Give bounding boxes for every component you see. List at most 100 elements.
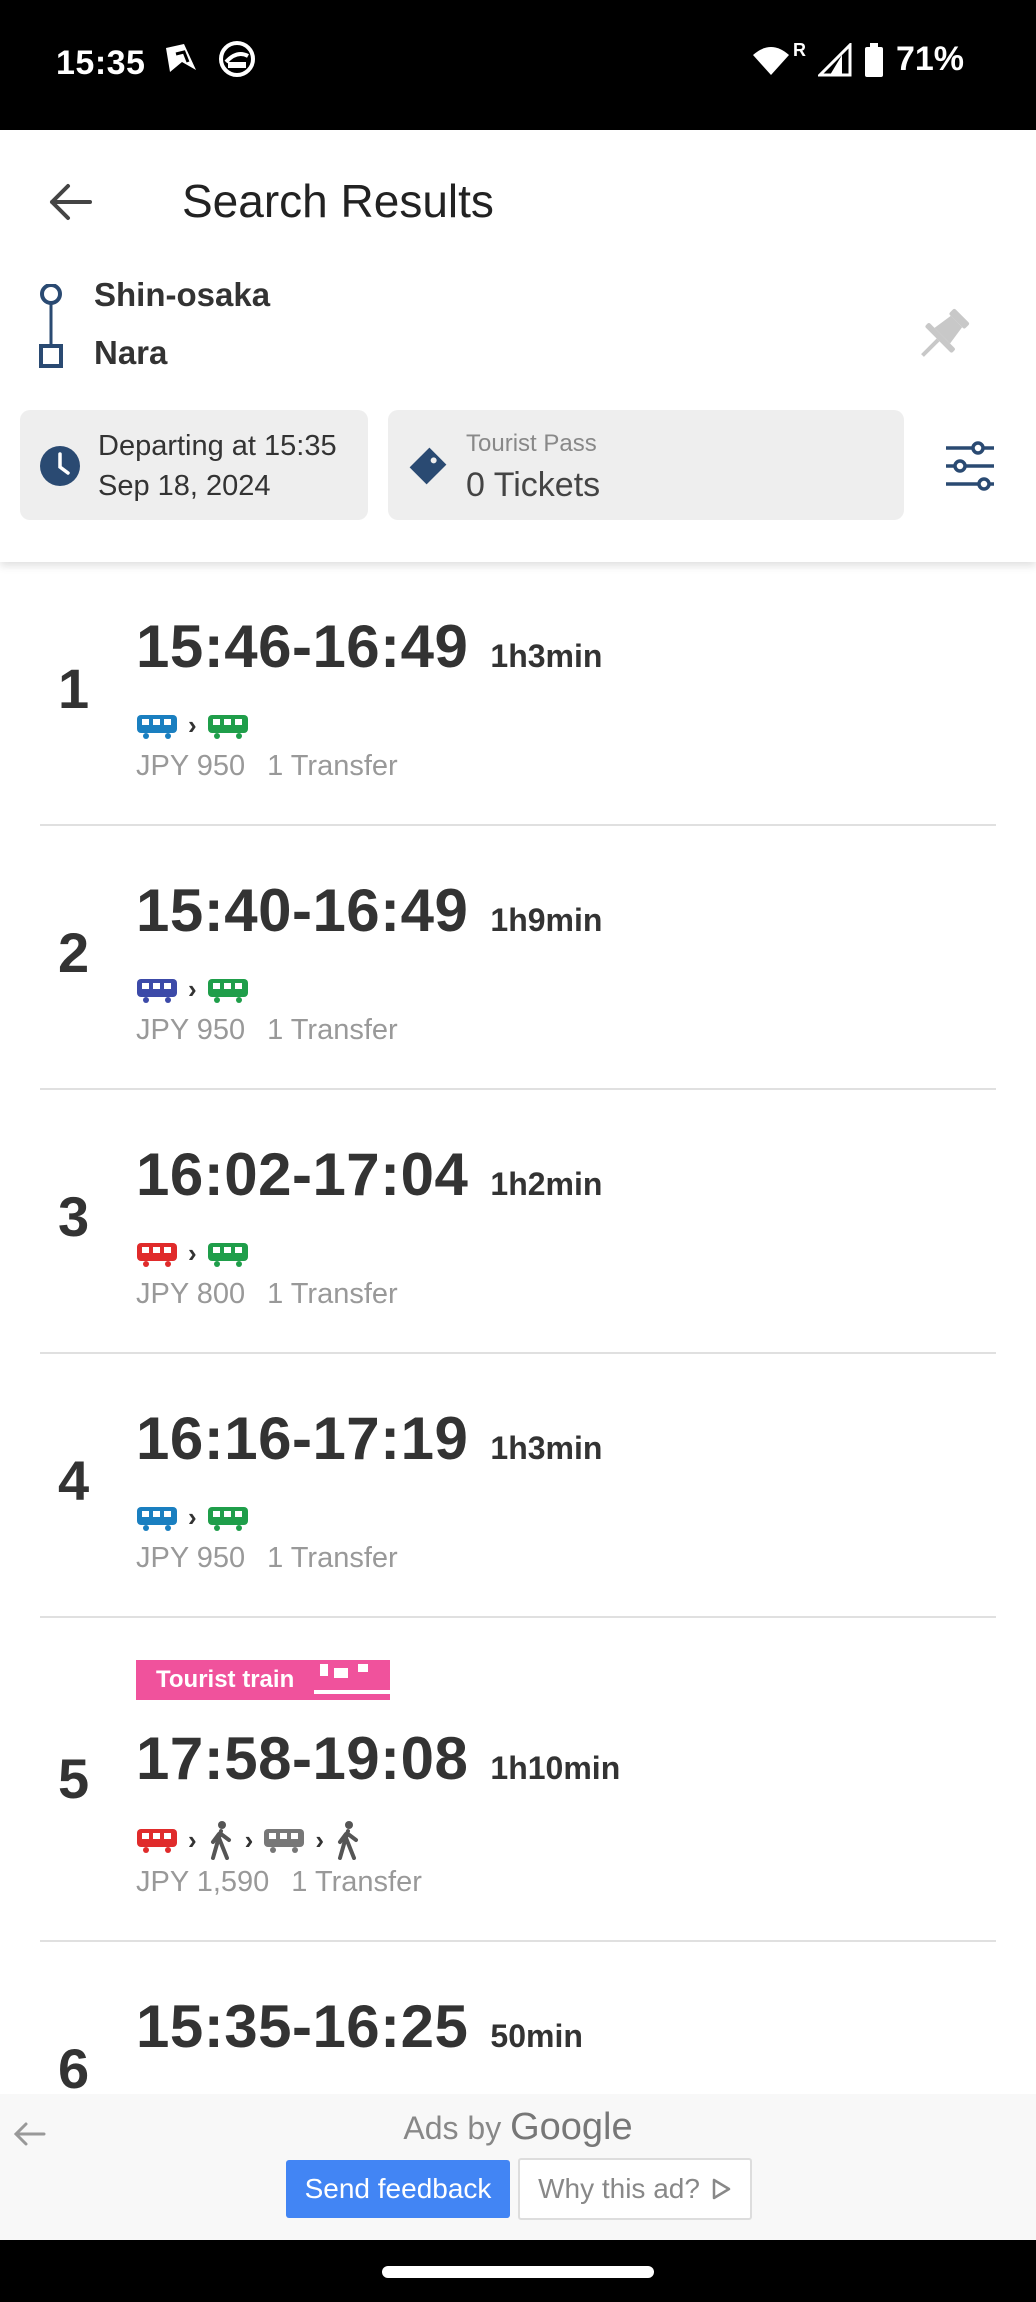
train-app-icon [219, 41, 255, 77]
route-legs: › [136, 974, 249, 1005]
chevron-right-icon: › [188, 1502, 197, 1532]
train-icon [137, 978, 177, 1003]
result-duration: 1h2min [490, 1166, 603, 1202]
signal-icon [817, 42, 852, 76]
wifi-icon [752, 46, 789, 75]
result-info: JPY 950 1 Transfer [136, 750, 398, 783]
status-bar: 15:35 R 71% [0, 0, 1036, 130]
tourist-train-tag: Tourist train [136, 1660, 391, 1700]
search-header: Search Results Shin-osaka Nara Departing… [0, 130, 1036, 562]
result-row[interactable]: Tourist train 5 17:58-19:08 1h10min › › ›… [40, 1618, 996, 1942]
result-price: JPY 950 [136, 750, 246, 782]
chevron-right-icon: › [188, 1824, 197, 1855]
result-price: JPY 1,590 [136, 1866, 270, 1898]
result-price: JPY 950 [136, 1542, 246, 1574]
chevron-right-icon: › [188, 710, 197, 740]
chevron-right-icon: › [188, 1238, 197, 1268]
result-time: 15:46-16:49 1h3min [136, 613, 603, 680]
result-info: JPY 950 1 Transfer [136, 1542, 398, 1575]
train-icon [264, 1829, 305, 1853]
result-index: 4 [58, 1449, 90, 1512]
result-duration: 1h9min [490, 902, 603, 938]
page-title: Search Results [182, 175, 494, 227]
result-transfers: 1 Transfer [267, 1014, 398, 1046]
google-wordmark: Google [510, 2106, 633, 2148]
result-transfers: 1 Transfer [267, 1278, 398, 1310]
ads-by-google: Ads by Google [0, 2106, 1036, 2149]
roaming-flag: R [792, 40, 806, 60]
train-icon [207, 978, 248, 1003]
result-row[interactable]: 6 15:35-16:25 50min [40, 1942, 996, 2094]
steam-locomotive-icon [314, 1660, 391, 1700]
result-time: 16:16-17:19 1h3min [136, 1405, 603, 1472]
result-row[interactable]: 4 16:16-17:19 1h3min › JPY 950 1 Transfer [40, 1354, 996, 1618]
route-legs: › [136, 1502, 249, 1533]
walk-icon [210, 1821, 231, 1860]
tourist-train-label: Tourist train [136, 1660, 315, 1700]
result-duration: 1h3min [490, 1430, 603, 1466]
departure-date: Sep 18, 2024 [98, 470, 271, 502]
result-price: JPY 800 [136, 1278, 246, 1310]
ad-banner: Ads by Google Send feedback Why this ad? [0, 2094, 1036, 2240]
result-duration: 1h10min [490, 1750, 621, 1786]
ads-by-label: Ads by [403, 2110, 502, 2146]
result-info: JPY 800 1 Transfer [136, 1278, 398, 1311]
result-index: 6 [58, 2037, 90, 2094]
tourist-pass-count: 0 Tickets [466, 466, 601, 504]
result-row[interactable]: 2 15:40-16:49 1h9min › JPY 950 1 Transfer [40, 826, 996, 1090]
home-gesture-handle[interactable] [382, 2266, 654, 2278]
departure-time-chip[interactable]: Departing at 15:35 Sep 18, 2024 [20, 410, 368, 520]
train-icon [137, 1506, 177, 1531]
from-station[interactable]: Shin-osaka [94, 276, 270, 314]
result-index: 1 [58, 657, 90, 720]
chevron-right-icon: › [188, 974, 197, 1004]
result-row[interactable]: 1 15:46-16:49 1h3min › JPY 950 1 Transfer [40, 562, 996, 826]
battery-icon [864, 42, 883, 77]
tourist-pass-chip[interactable]: Tourist Pass 0 Tickets [388, 410, 904, 520]
train-icon [137, 1829, 177, 1853]
result-time: 15:35-16:25 50min [136, 1993, 583, 2060]
train-icon [207, 714, 248, 739]
result-time: 17:58-19:08 1h10min [136, 1725, 621, 1792]
send-feedback-button[interactable]: Send feedback [286, 2160, 510, 2218]
pin-icon[interactable] [910, 302, 976, 368]
result-info: JPY 1,590 1 Transfer [136, 1866, 422, 1899]
why-this-ad-button[interactable]: Why this ad? [518, 2158, 752, 2220]
status-time: 15:35 [56, 44, 146, 82]
result-row[interactable]: 3 16:02-17:04 1h2min › JPY 800 1 Transfer [40, 1090, 996, 1354]
chevron-right-icon: › [315, 1824, 325, 1855]
result-index: 3 [58, 1185, 90, 1248]
system-nav-bar [0, 2240, 1036, 2302]
result-index: 5 [58, 1747, 90, 1810]
result-index: 2 [58, 921, 90, 984]
result-duration: 1h3min [490, 638, 603, 674]
ticket-icon [409, 447, 447, 485]
train-icon [137, 714, 177, 739]
train-icon [207, 1242, 248, 1267]
result-time: 16:02-17:04 1h2min [136, 1141, 603, 1208]
result-price: JPY 950 [136, 1014, 246, 1046]
result-transfers: 1 Transfer [267, 750, 398, 782]
result-duration: 50min [490, 2018, 583, 2054]
tourist-pass-label: Tourist Pass [466, 430, 597, 457]
filter-settings-icon[interactable] [942, 438, 998, 494]
why-this-ad-label: Why this ad? [538, 2173, 700, 2204]
clock-icon [40, 446, 80, 486]
route-legs: › [136, 1238, 249, 1269]
train-icon [207, 1506, 248, 1531]
result-time: 15:40-16:49 1h9min [136, 877, 603, 944]
adchoices-icon [712, 2178, 731, 2200]
back-button[interactable] [38, 170, 102, 234]
route-legs: › › › [136, 1820, 362, 1860]
route-legs: › [136, 710, 249, 741]
departure-label: Departing at 15:35 [98, 430, 337, 462]
arrow-back-icon [50, 184, 92, 220]
results-list: 1 15:46-16:49 1h3min › JPY 950 1 Transfer … [0, 562, 1036, 2094]
walk-icon [338, 1821, 359, 1860]
navigation-app-icon [166, 44, 196, 72]
result-transfers: 1 Transfer [267, 1542, 398, 1574]
route-line-icon [39, 284, 63, 368]
to-station[interactable]: Nara [94, 334, 167, 372]
chevron-right-icon: › [244, 1824, 254, 1855]
train-icon [137, 1242, 177, 1267]
